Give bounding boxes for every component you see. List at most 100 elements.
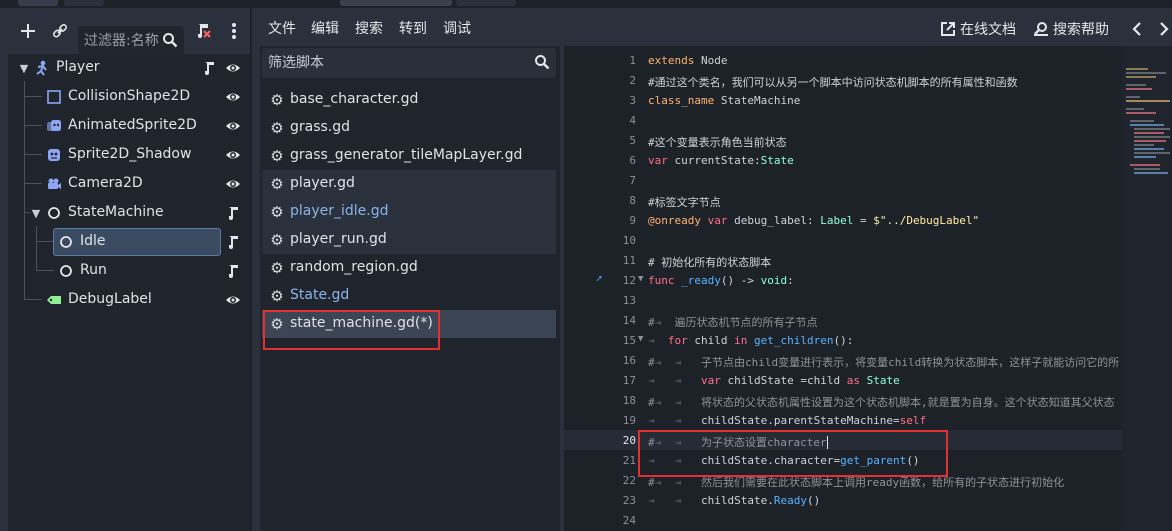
script-icon[interactable] [225,205,241,221]
minimap-line [1126,76,1156,78]
tab-import[interactable] [64,0,104,6]
tree-node-run[interactable]: Run [8,257,248,285]
code-token: # [648,476,655,489]
code-text: #这个变量表示角色当前状态 [648,136,787,149]
chevron-left-icon [1132,22,1141,36]
tree-node-collisionshape2d[interactable]: CollisionShape2D [8,83,248,111]
code-text: extends Node [648,54,727,67]
code-line: 14 #⇥ 遍历状态机节点的所有子节点 [564,310,1122,330]
script-add-icon [198,24,211,38]
gear-icon: ⚙ [270,119,284,137]
code-line: 17 ⇥ ⇥ var childState =child as State [564,370,1122,390]
script-name: random_region.gd [290,259,418,275]
instance-scene-button[interactable] [47,18,73,44]
script-item[interactable]: ⚙ grass_generator_tileMapLayer.gd [262,142,556,170]
tab-marker: ⇥ [654,316,662,329]
script-item[interactable]: ⚙ random_region.gd [262,254,556,282]
script-filter[interactable] [262,48,556,78]
script-item[interactable]: ⚙ State.gd [262,282,556,310]
script-item[interactable]: ⚙ player_idle.gd [262,198,556,226]
code-text: #⇥ ⇥ 子节点由child变量进行表示，将变量child转换为状态脚本，这样子… [648,354,1119,370]
history-forward-button[interactable] [1154,16,1172,42]
line-number: 2 [629,74,636,87]
collapse-arrow-icon[interactable]: ▼ [18,62,30,75]
node-label: AnimatedSprite2D [68,117,197,133]
line-number: 10 [622,234,636,247]
visibility-icon[interactable] [225,292,241,308]
search-help-button[interactable]: 搜索帮助 [1033,18,1109,40]
fold-arrow-icon[interactable]: ▼ [638,334,643,344]
tree-node-sprite2d-shadow[interactable]: Sprite2D_Shadow [8,141,248,169]
line-number: 16 [622,354,636,367]
attach-script-button[interactable] [191,18,217,44]
visibility-icon[interactable] [225,60,241,76]
code-text: #通过这个类名，我们可以从另一个脚本中访问状态机脚本的所有属性和函数 [648,76,1018,89]
tab-scene[interactable] [18,0,58,6]
code-token: @onready [648,214,701,227]
tree-node-debuglabel[interactable]: DebugLabel [8,286,248,314]
minimap-line [1134,140,1166,142]
menu-goto[interactable]: 转到 [399,18,427,40]
minimap-line [1134,144,1154,146]
script-item[interactable]: ⚙ player_run.gd [262,226,556,254]
code-editor[interactable]: 1 extends Node 2 #通过这个类名，我们可以从另一个脚本中访问状态机脚… [564,46,1172,531]
tab-marker: ⇥ [674,476,682,489]
editor-tab[interactable] [340,0,452,6]
code-token: = [853,214,874,227]
visibility-icon[interactable] [225,176,241,192]
tree-node-statemachine[interactable]: ▼ StateMachine [8,199,248,227]
code-text: ⇥ for child in get_children(): [648,334,853,347]
script-icon[interactable] [225,234,241,250]
script-menubar: 文件 编辑 搜索 转到 调试 在线文档 搜索帮助 [252,10,1172,48]
script-item[interactable]: ⚙ grass.gd [262,114,556,142]
visibility-icon[interactable] [225,147,241,163]
tree-node-animatedsprite2d[interactable]: AnimatedSprite2D [8,112,248,140]
script-icon[interactable] [201,60,217,76]
node-circle-icon [46,205,62,221]
minimap-line [1134,148,1164,150]
node-filter[interactable] [78,26,184,56]
tab-marker: ⇥ [674,356,682,369]
gear-icon: ⚙ [270,287,284,305]
menu-file[interactable]: 文件 [268,18,296,40]
code-text: ⇥ ⇥ childState.Ready() [648,494,820,507]
tree-node-idle[interactable]: Idle [8,228,248,256]
node-filter-input[interactable] [84,30,162,52]
add-node-button[interactable] [15,18,41,44]
collapse-arrow-icon[interactable]: ▼ [30,207,42,220]
more-options-button[interactable] [221,18,247,44]
editor-tab[interactable] [456,0,516,6]
tree-node-camera2d[interactable]: Camera2D [8,170,248,198]
code-line: 10 [564,230,1122,250]
tree-node-player[interactable]: ▼ Player [8,54,248,82]
script-filter-input[interactable] [268,52,518,74]
menu-debug[interactable]: 调试 [443,18,471,40]
code-text: func _ready() -> void: [648,274,794,287]
code-line: 7 [564,170,1122,190]
tab-marker: ⇥ [674,494,682,507]
visibility-icon[interactable] [225,118,241,134]
line-number: 22 [622,474,636,487]
gear-icon: ⚙ [270,175,284,193]
script-name: grass.gd [290,119,351,135]
script-icon[interactable] [225,263,241,279]
code-text: ⇥ ⇥ var childState =child as State [648,374,900,387]
line-number: 4 [629,114,636,127]
menu-search[interactable]: 搜索 [355,18,383,40]
online-docs-button[interactable]: 在线文档 [940,18,1016,40]
visibility-icon[interactable] [225,89,241,105]
code-text: #⇥ ⇥ 将状态的父状态机属性设置为这个状态机脚本,就是置为自身。这个状态知道其… [648,394,1115,410]
menu-edit[interactable]: 编辑 [311,18,339,40]
code-minimap[interactable] [1122,46,1172,531]
script-item[interactable]: ⚙ base_character.gd [262,86,556,114]
line-number: 19 [622,414,636,427]
line-number: 24 [622,514,636,527]
code-line: 15 ▼ ⇥ for child in get_children(): [564,330,1122,350]
fold-arrow-icon[interactable]: ▼ [638,274,643,284]
script-item[interactable]: ⚙ player.gd [262,170,556,198]
minimap-line [1130,124,1164,126]
node-label: CollisionShape2D [68,88,191,104]
code-token: for [667,334,688,347]
node-label: Camera2D [68,175,143,191]
history-back-button[interactable] [1127,16,1147,42]
